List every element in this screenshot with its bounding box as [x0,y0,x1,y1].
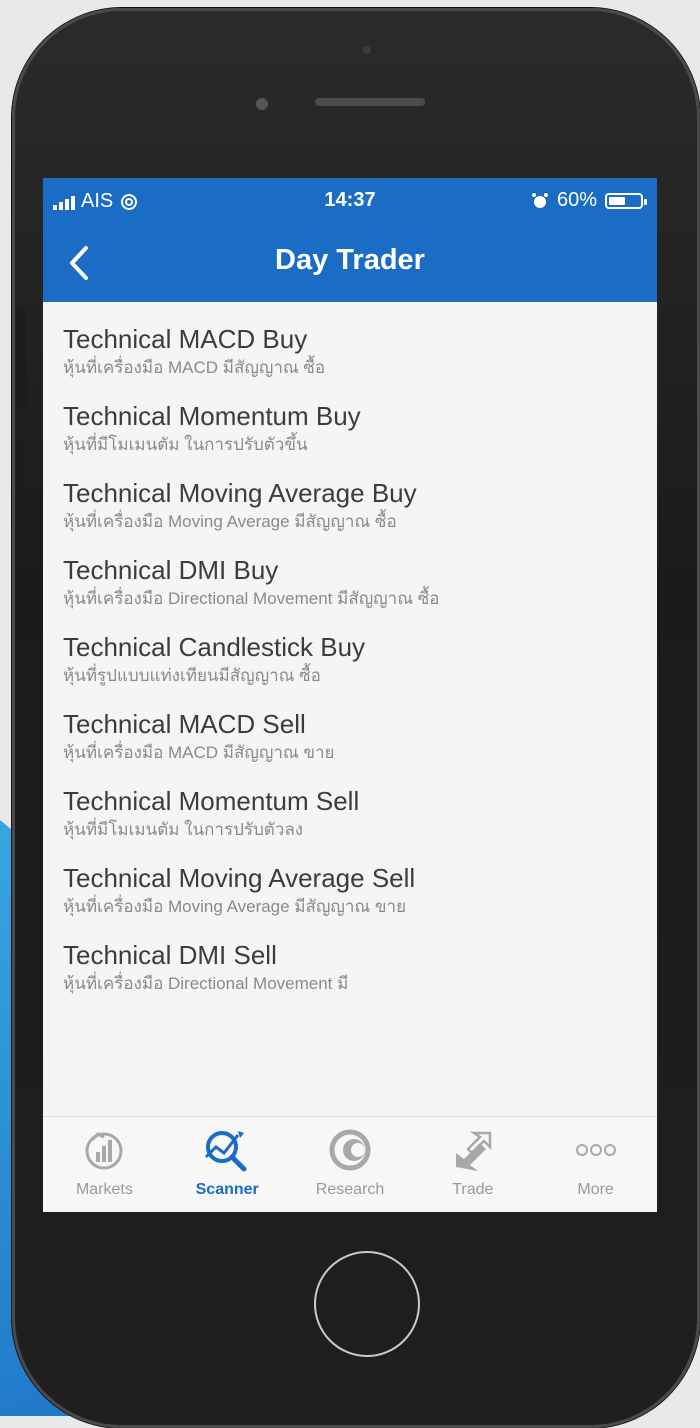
tab-bar: Markets Scanner Research Trade More [43,1116,657,1212]
more-dots-icon [571,1125,621,1175]
alarm-icon [531,192,548,208]
list-item-momentum-buy[interactable]: Technical Momentum Buy หุ้นที่มีโมเมนตัม… [43,391,657,456]
markets-chart-icon [79,1125,129,1175]
tab-scanner[interactable]: Scanner [166,1117,289,1212]
tab-label: Markets [75,1181,133,1198]
list-item-subtitle: หุ้นที่เครื่องมือ Moving Average มีสัญญา… [63,897,407,916]
list-item-subtitle: หุ้นที่เครื่องมือ Directional Movement ม… [63,589,440,608]
list-item-title: Technical DMI Buy [63,555,279,585]
tab-label: Scanner [195,1181,259,1198]
list-item-title: Technical Candlestick Buy [63,632,366,662]
list-item-title: Technical MACD Buy [63,324,308,354]
list-item-macd-buy[interactable]: Technical MACD Buy หุ้นที่เครื่องมือ MAC… [43,314,657,379]
app-screen: AIS 14:37 60% Day Trader Technical MACD … [43,178,657,1212]
list-item-subtitle: หุ้นที่เครื่องมือ MACD มีสัญญาณ ขาย [63,743,335,762]
battery-percent: 60% [556,189,597,211]
scanner-list: Technical MACD Buy หุ้นที่เครื่องมือ MAC… [43,302,657,995]
list-item-moving-average-buy[interactable]: Technical Moving Average Buy หุ้นที่เครื… [43,468,657,533]
tab-trade[interactable]: Trade [411,1117,534,1212]
volume-up-button [16,308,26,408]
list-item-subtitle: หุ้นที่เครื่องมือ Moving Average มีสัญญา… [63,512,397,531]
tab-label: Trade [452,1181,494,1198]
list-item-title: Technical Momentum Buy [63,401,361,431]
list-item-subtitle: หุ้นที่เครื่องมือ MACD มีสัญญาณ ซื้อ [63,358,326,377]
list-item-title: Technical DMI Sell [63,940,277,970]
list-item-macd-sell[interactable]: Technical MACD Sell หุ้นที่เครื่องมือ MA… [43,699,657,764]
list-item-subtitle: หุ้นที่รูปแบบแท่งเทียนมีสัญญาณ ซื้อ [63,666,321,685]
scanner-magnifier-icon [202,1125,252,1175]
navigation-bar: Day Trader [43,224,657,302]
list-item-subtitle: หุ้นที่มีโมเมนตัม ในการปรับตัวขึ้น [63,435,308,454]
list-item-momentum-sell[interactable]: Technical Momentum Sell หุ้นที่มีโมเมนตั… [43,776,657,841]
page-title: Day Trader [275,244,425,276]
tab-research[interactable]: Research [289,1117,412,1212]
list-item-subtitle: หุ้นที่เครื่องมือ Directional Movement ม… [63,974,349,993]
list-item-title: Technical Momentum Sell [63,786,360,816]
trade-arrows-icon [448,1125,498,1175]
list-item-dmi-buy[interactable]: Technical DMI Buy หุ้นที่เครื่องมือ Dire… [43,545,657,610]
list-item-title: Technical MACD Sell [63,709,306,739]
battery-group: 60% [531,189,647,212]
volume-down-button [16,438,26,538]
home-button[interactable] [314,1251,420,1357]
status-bar: AIS 14:37 60% [43,178,657,224]
tab-markets[interactable]: Markets [43,1117,166,1212]
list-item-subtitle: หุ้นที่มีโมเมนตัม ในการปรับตัวลง [63,820,304,839]
tab-label: Research [315,1181,385,1198]
tab-more[interactable]: More [534,1117,657,1212]
list-item-title: Technical Moving Average Sell [63,863,416,893]
list-item-candlestick-buy[interactable]: Technical Candlestick Buy หุ้นที่รูปแบบแ… [43,622,657,687]
research-circle-icon [325,1125,375,1175]
battery-icon [605,192,647,209]
list-item-dmi-sell[interactable]: Technical DMI Sell หุ้นที่เครื่องมือ Dir… [43,930,657,995]
list-item-title: Technical Moving Average Buy [63,478,417,508]
list-item-moving-average-sell[interactable]: Technical Moving Average Sell หุ้นที่เคร… [43,853,657,918]
proximity-sensor [363,46,371,54]
front-camera [256,98,268,110]
earpiece-speaker [315,98,425,106]
tab-label: More [577,1181,614,1198]
